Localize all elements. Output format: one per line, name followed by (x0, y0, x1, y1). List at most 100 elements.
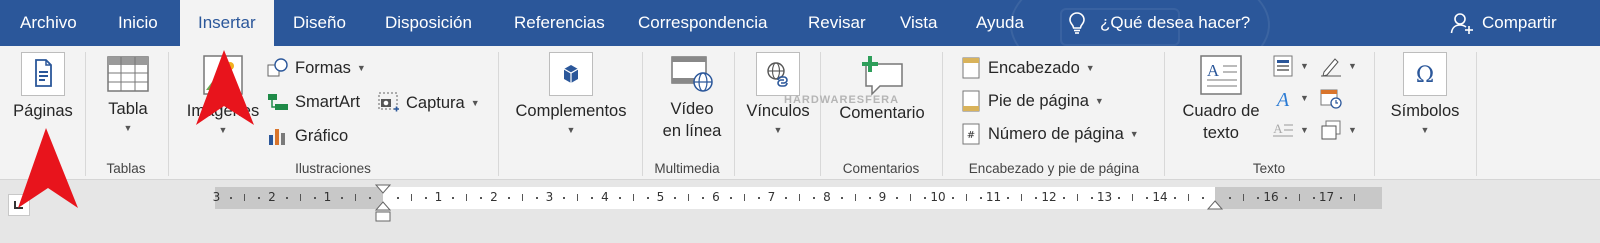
chevron-down-icon: ▼ (1348, 125, 1357, 135)
ruler-quarter-dot (507, 197, 510, 199)
ruler-quarter-dot (896, 197, 899, 199)
tab-insertar[interactable]: Insertar (180, 0, 274, 46)
chevron-down-icon: ▼ (1300, 61, 1309, 71)
ruler-quarter-dot (1284, 197, 1287, 199)
ruler-quarter-dot (424, 197, 427, 199)
tab-ayuda[interactable]: Ayuda (976, 0, 1024, 46)
tab-correspondencia[interactable]: Correspondencia (638, 0, 767, 46)
ruler-half-tick (1076, 194, 1078, 201)
group-label-multimedia: Multimedia (654, 161, 720, 176)
grafico-button[interactable]: Gráfico (267, 124, 348, 148)
simbolos-button[interactable]: Ω Símbolos ▼ (1382, 52, 1468, 136)
svg-text:Ω: Ω (1416, 63, 1434, 88)
right-indent-marker[interactable] (1207, 200, 1223, 210)
ruler-quarter-dot (1146, 197, 1149, 199)
ruler-half-tick (1132, 194, 1134, 201)
header-icon (960, 57, 982, 79)
video-en-linea-button[interactable]: Vídeo en línea (655, 54, 729, 142)
letra-capital-button[interactable]: A ▼ (1272, 118, 1309, 142)
ruler-quarter-dot (258, 197, 261, 199)
pie-de-pagina-button[interactable]: Pie de página ▼ (960, 89, 1104, 113)
captura-button[interactable]: Captura ▼ (378, 91, 480, 115)
comentario-button[interactable]: Comentario (832, 54, 932, 124)
fecha-y-hora-button[interactable] (1320, 86, 1342, 110)
horizontal-ruler[interactable]: 3 2 1 1 2 3 4 5 6 7 8 9 10 11 12 13 14 16 17 (213, 184, 1382, 222)
tab-vista[interactable]: Vista (900, 0, 938, 46)
tab-archivo[interactable]: Archivo (20, 0, 77, 46)
ruler-number: 10 (930, 190, 946, 204)
annotation-arrow (196, 50, 254, 125)
ruler-number: 4 (601, 190, 609, 204)
complementos-button[interactable]: Complementos ▼ (508, 52, 634, 136)
group-separator (85, 52, 86, 176)
grafico-label: Gráfico (295, 126, 349, 145)
tab-disposicion[interactable]: Disposición (385, 0, 472, 46)
first-line-indent-marker[interactable] (375, 184, 391, 194)
group-separator (1476, 52, 1477, 176)
omega-icon: Ω (1403, 52, 1447, 96)
group-separator (942, 52, 943, 176)
links-icon (756, 52, 800, 96)
svg-text:A: A (1275, 89, 1290, 109)
comentario-label: Comentario (839, 104, 925, 122)
ruler-quarter-dot (924, 197, 927, 199)
svg-text:A: A (1207, 61, 1220, 80)
linea-de-firma-button[interactable]: ▼ (1320, 54, 1357, 78)
chart-icon (267, 125, 289, 147)
ruler-quarter-dot (757, 197, 760, 199)
ruler-quarter-dot (1340, 197, 1343, 199)
ruler-quarter-dot (646, 197, 649, 199)
cuadro-de-texto-button[interactable]: A Cuadro de texto (1172, 54, 1270, 144)
ruler-quarter-dot (452, 197, 455, 199)
ruler-number: 8 (823, 190, 831, 204)
ruler-number: 6 (712, 190, 720, 204)
numero-de-pagina-label: Número de página (988, 124, 1124, 143)
ruler-half-tick (1298, 194, 1300, 201)
tab-revisar[interactable]: Revisar (808, 0, 866, 46)
annotation-arrow (18, 128, 78, 208)
smartart-button[interactable]: SmartArt (267, 90, 360, 114)
video-label-line1: Vídeo (670, 100, 714, 118)
text-box-icon: A (1200, 55, 1242, 95)
wordart-button[interactable]: A ▼ (1272, 86, 1309, 110)
chevron-down-icon: ▼ (1129, 129, 1139, 139)
share-button[interactable]: Compartir (1450, 0, 1557, 46)
ruler-quarter-dot (618, 197, 621, 199)
ruler-number: 16 (1263, 190, 1279, 204)
ruler-quarter-dot (341, 197, 344, 199)
tell-me-search[interactable]: ¿Qué desea hacer? (1068, 0, 1250, 46)
smartart-icon (267, 91, 289, 113)
ruler-half-tick (521, 194, 523, 201)
group-separator (168, 52, 169, 176)
encabezado-button[interactable]: Encabezado ▼ (960, 56, 1095, 80)
tabla-button[interactable]: Tabla ▼ (96, 54, 160, 134)
group-label-ilustraciones: Ilustraciones (295, 161, 371, 176)
ruler-quarter-dot (369, 197, 372, 199)
online-video-icon (671, 56, 713, 92)
chevron-down-icon: ▼ (566, 125, 576, 135)
ruler-quarter-dot (1201, 197, 1204, 199)
store-icon (549, 52, 593, 96)
hanging-indent-marker[interactable] (375, 201, 391, 223)
tab-diseno[interactable]: Diseño (293, 0, 346, 46)
numero-de-pagina-button[interactable]: # Número de página ▼ (960, 122, 1139, 146)
formas-button[interactable]: Formas ▼ (267, 56, 366, 80)
tabla-label: Tabla (108, 100, 148, 118)
ruler-half-tick (965, 194, 967, 201)
ruler-quarter-dot (480, 197, 483, 199)
paginas-button[interactable]: Páginas (10, 52, 76, 122)
smartart-label: SmartArt (295, 92, 361, 111)
ruler-quarter-dot (729, 197, 732, 199)
ruler-quarter-dot (1173, 197, 1176, 199)
elementos-rapidos-button[interactable]: ▼ (1272, 54, 1309, 78)
video-label-line2: en línea (662, 122, 722, 140)
tab-referencias[interactable]: Referencias (514, 0, 605, 46)
ruler-number: 14 (1152, 190, 1168, 204)
ruler-half-tick (1243, 194, 1245, 201)
tab-inicio[interactable]: Inicio (118, 0, 158, 46)
objeto-button[interactable]: ▼ (1320, 118, 1357, 142)
ruler-quarter-dot (313, 197, 316, 199)
encabezado-label: Encabezado (988, 58, 1080, 77)
complementos-label: Complementos (515, 102, 627, 120)
share-label: Compartir (1482, 13, 1557, 32)
